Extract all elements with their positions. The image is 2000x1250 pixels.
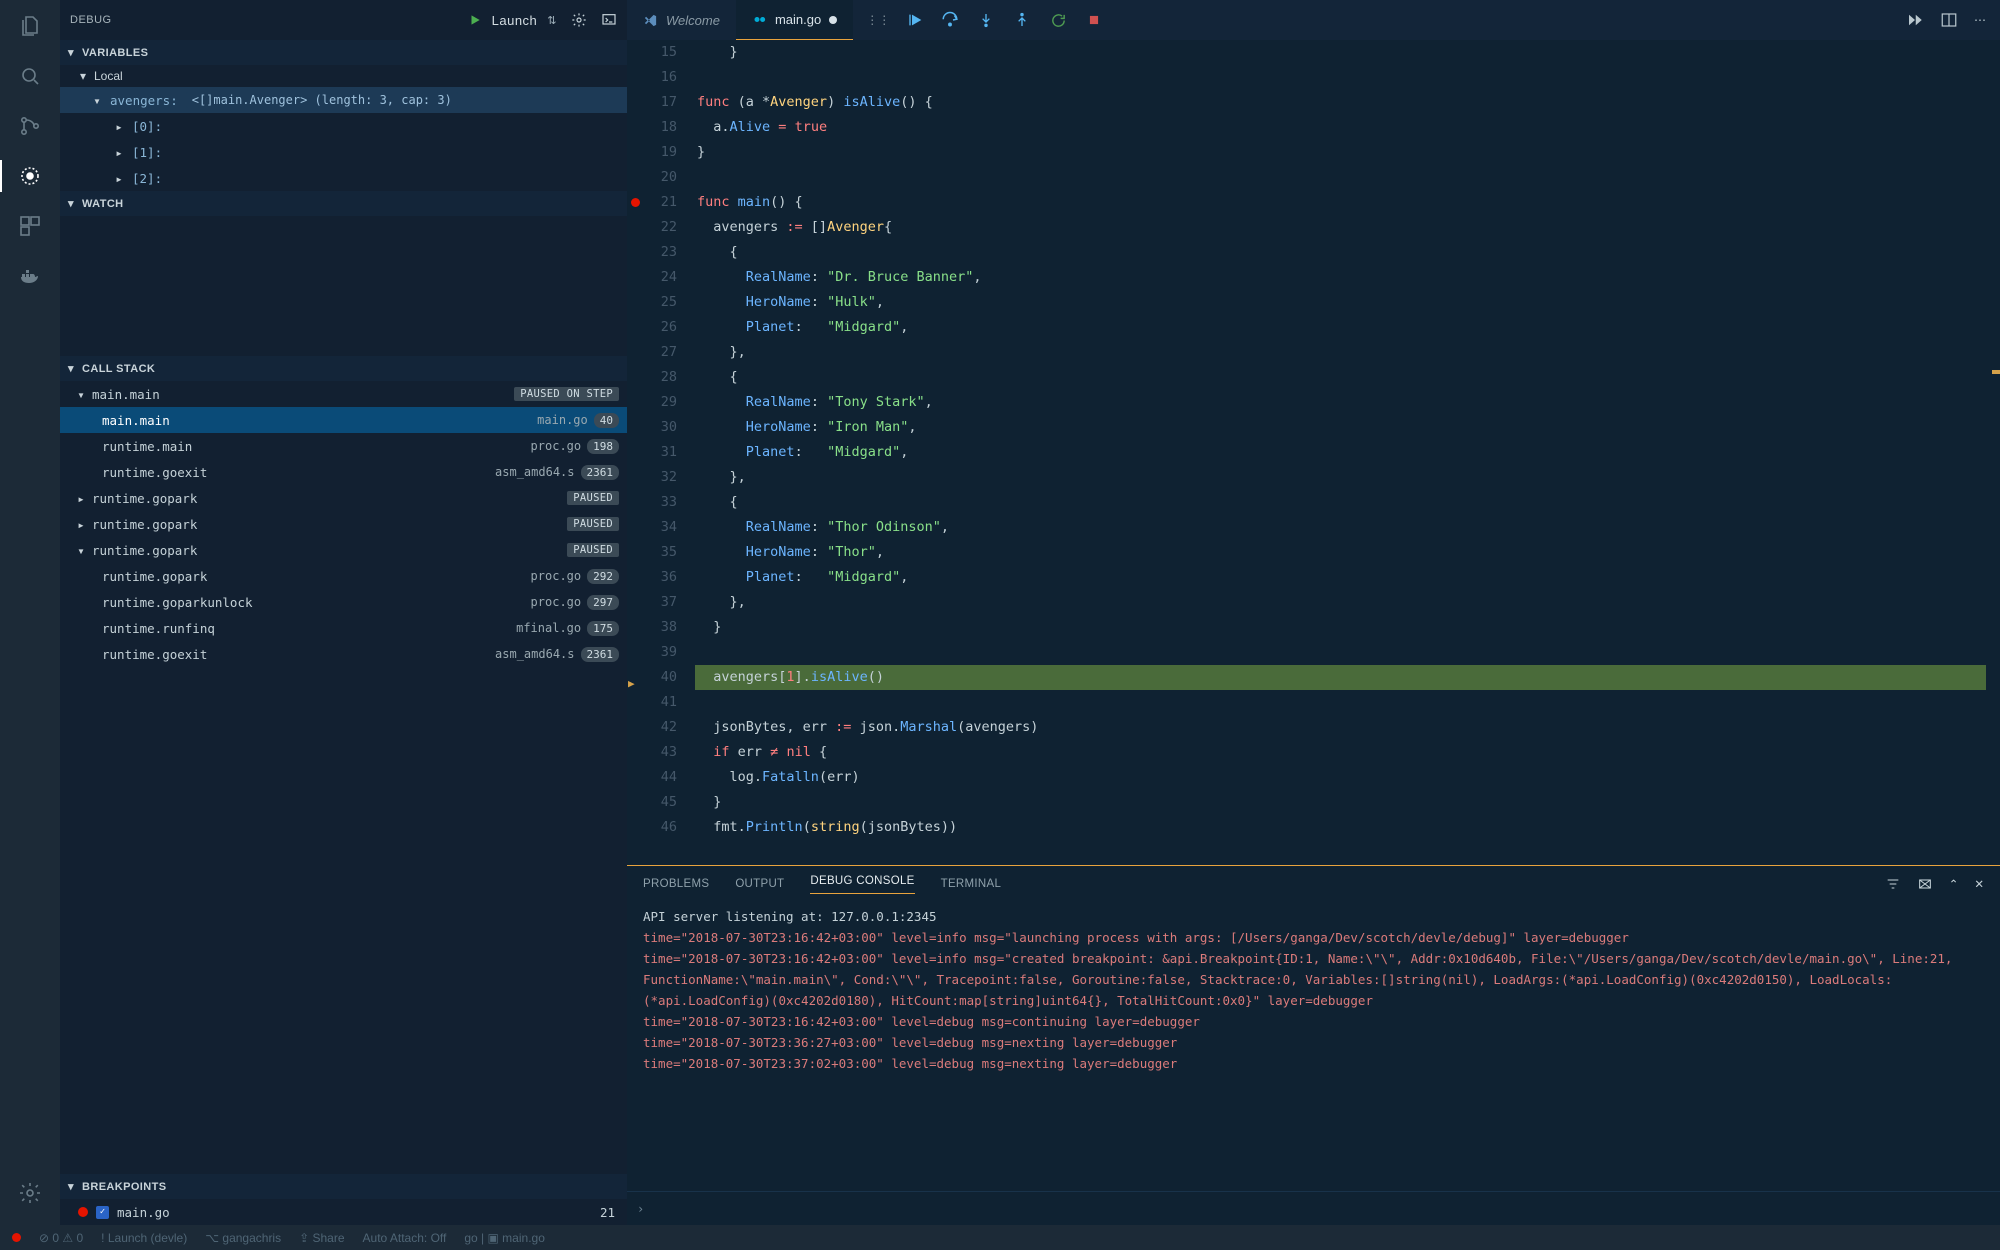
watch-body[interactable]: [60, 216, 627, 356]
editor-tab[interactable]: Welcome: [627, 0, 736, 40]
callstack-frame[interactable]: main.mainmain.go40: [60, 407, 627, 433]
overview-ruler[interactable]: [1986, 40, 2000, 865]
settings-gear-icon[interactable]: [16, 1179, 44, 1207]
status-bar: ⊘ 0 ⚠ 0 ! Launch (devle) ⌥ gangachris ⇪ Sha…: [0, 1225, 2000, 1250]
status-item[interactable]: Auto Attach: Off: [363, 1231, 447, 1245]
panel-tab[interactable]: DEBUG CONSOLE: [810, 875, 914, 894]
go-logo-icon[interactable]: [1906, 11, 1924, 29]
vscode-icon: [643, 13, 658, 28]
step-into-button[interactable]: [975, 9, 997, 31]
close-panel-icon[interactable]: ✕: [1974, 877, 1984, 891]
callstack-thread[interactable]: ▾main.mainPAUSED ON STEP: [60, 381, 627, 407]
callstack-section-header[interactable]: ▾CALL STACK: [60, 356, 627, 381]
files-icon[interactable]: [16, 12, 44, 40]
callstack-frame[interactable]: runtime.runfinqmfinal.go175: [60, 615, 627, 641]
continue-button[interactable]: [903, 9, 925, 31]
config-caret-icon[interactable]: ⇅: [547, 14, 557, 27]
restart-button[interactable]: [1047, 9, 1069, 31]
editor-tab[interactable]: main.go: [736, 0, 853, 40]
debug-console-toggle-icon[interactable]: [601, 12, 617, 28]
callstack-frame[interactable]: runtime.mainproc.go198: [60, 433, 627, 459]
panel-tab[interactable]: OUTPUT: [735, 878, 784, 890]
variable-row[interactable]: ▸[0]:: [60, 113, 627, 139]
callstack-frame[interactable]: runtime.goexitasm_amd64.s2361: [60, 459, 627, 485]
callstack-thread[interactable]: ▾runtime.goparkPAUSED: [60, 537, 627, 563]
status-item[interactable]: ! Launch (devle): [101, 1231, 187, 1245]
variable-row[interactable]: ▸[2]:: [60, 165, 627, 191]
variable-row-avengers[interactable]: ▾ avengers: <[]main.Avenger> (length: 3,…: [60, 87, 627, 113]
breakpoint-dot-icon: [78, 1207, 88, 1217]
debug-console-input[interactable]: ›: [627, 1191, 2000, 1225]
debug-title: DEBUG: [70, 14, 112, 26]
debug-icon[interactable]: [16, 162, 44, 190]
clear-console-icon[interactable]: [1917, 876, 1933, 892]
maximize-panel-icon[interactable]: ⌃: [1949, 877, 1959, 891]
status-item[interactable]: ⊘ 0 ⚠ 0: [39, 1231, 83, 1245]
start-debug-icon[interactable]: [468, 13, 482, 27]
debug-grip-icon[interactable]: ⋮⋮: [867, 9, 889, 31]
go-file-icon: [752, 12, 767, 27]
split-editor-icon[interactable]: [1940, 11, 1958, 29]
dirty-indicator-icon: [829, 16, 837, 24]
step-out-button[interactable]: [1011, 9, 1033, 31]
callstack-frame[interactable]: runtime.goexitasm_amd64.s2361: [60, 641, 627, 667]
debug-sidebar: DEBUG Launch ⇅ ▾VARIABLES ▾Local ▾ aveng…: [60, 0, 627, 1225]
debug-toolbar: ⋮⋮: [867, 9, 1105, 31]
code-editor[interactable]: 1516171819202122232425262728293031323334…: [627, 40, 2000, 865]
callstack-thread[interactable]: ▸runtime.goparkPAUSED: [60, 485, 627, 511]
breakpoint-checkbox[interactable]: ✓: [96, 1206, 109, 1219]
debug-sidebar-header: DEBUG Launch ⇅: [60, 0, 627, 40]
more-actions-icon[interactable]: ⋯: [1974, 13, 1986, 27]
panel-tab[interactable]: PROBLEMS: [643, 878, 709, 890]
status-item[interactable]: go | ▣ main.go: [464, 1231, 545, 1245]
extensions-icon[interactable]: [16, 212, 44, 240]
variable-row[interactable]: ▸[1]:: [60, 139, 627, 165]
step-over-button[interactable]: [939, 9, 961, 31]
breakpoint-row[interactable]: ✓main.go21: [60, 1199, 627, 1225]
search-icon[interactable]: [16, 62, 44, 90]
callstack-frame[interactable]: runtime.goparkunlockproc.go297: [60, 589, 627, 615]
panel-tab[interactable]: TERMINAL: [941, 878, 1002, 890]
stop-button[interactable]: [1083, 9, 1105, 31]
docker-icon[interactable]: [16, 262, 44, 290]
variables-scope-local[interactable]: ▾Local: [60, 65, 627, 87]
status-item[interactable]: ⇪ Share: [299, 1231, 344, 1245]
breakpoints-section-header[interactable]: ▾BREAKPOINTS: [60, 1174, 627, 1199]
debug-console-output[interactable]: API server listening at: 127.0.0.1:2345t…: [627, 902, 2000, 1191]
tab-bar: Welcomemain.go ⋮⋮ ⋯: [627, 0, 2000, 40]
activity-bar: [0, 0, 60, 1225]
source-control-icon[interactable]: [16, 112, 44, 140]
callstack-frame[interactable]: runtime.goparkproc.go292: [60, 563, 627, 589]
debug-settings-gear-icon[interactable]: [571, 12, 587, 28]
callstack-thread[interactable]: ▸runtime.goparkPAUSED: [60, 511, 627, 537]
status-item[interactable]: ⌥ gangachris: [205, 1231, 281, 1245]
variables-section-header[interactable]: ▾VARIABLES: [60, 40, 627, 65]
bottom-panel: PROBLEMS OUTPUT DEBUG CONSOLE TERMINAL ⌃ ✕ AP…: [627, 865, 2000, 1225]
launch-config-dropdown[interactable]: Launch ⇅: [468, 13, 557, 28]
editor-group: Welcomemain.go ⋮⋮ ⋯ 15161718192021222324…: [627, 0, 2000, 1225]
filter-icon[interactable]: [1885, 876, 1901, 892]
watch-section-header[interactable]: ▾WATCH: [60, 191, 627, 216]
